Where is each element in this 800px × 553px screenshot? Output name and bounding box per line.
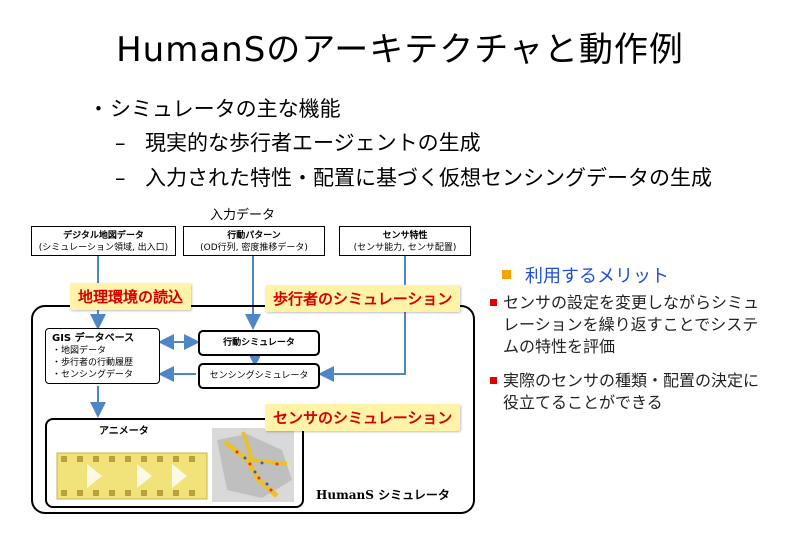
sensing-simulator: センシングシミュレータ <box>198 363 320 389</box>
red-square-icon <box>490 377 497 384</box>
animation-frames <box>56 428 294 502</box>
animator-panel: アニメータ <box>45 418 304 508</box>
red-square-icon <box>490 299 497 306</box>
behavior-simulator-label: 行動シミュレータ <box>223 338 295 348</box>
merit-item-2: 実際のセンサの種類・配置の決定に役立てることができる <box>490 370 770 414</box>
input-map-name: デジタル地図データ <box>63 231 144 241</box>
behavior-simulator: 行動シミュレータ <box>198 330 320 356</box>
gis-item-3: ・センシングデータ <box>52 370 134 380</box>
gis-title: GIS データベース <box>52 333 135 344</box>
input-behavior-detail: (OD行列, 密度推移データ) <box>200 243 308 253</box>
input-sensor-detail: (センサ能力, センサ配置) <box>353 243 457 253</box>
merit-item-1: センサの設定を変更しながらシミュレーションを繰り返すことでシステムの特性を評価 <box>490 292 770 358</box>
input-sensor-name: センサ特性 <box>382 231 428 241</box>
merits-heading-text: 利用するメリット <box>525 266 669 287</box>
input-data-label: 入力データ <box>210 208 276 223</box>
gis-item-1: ・地図データ <box>52 346 107 356</box>
input-map-detail: (シミュレーション領域, 出入口) <box>38 243 169 253</box>
merit-item-2-text: 実際のセンサの種類・配置の決定に役立てることができる <box>503 371 760 412</box>
sensing-simulator-label: センシングシミュレータ <box>209 371 309 381</box>
callout-sensor-sim: センサのシミュレーション <box>265 404 461 431</box>
simulator-name: HumanS シミュレータ <box>316 488 450 502</box>
gis-item-2: ・歩行者の行動履歴 <box>52 358 134 368</box>
merit-item-1-text: センサの設定を変更しながらシミュレーションを繰り返すことでシステムの特性を評価 <box>503 293 760 356</box>
gis-database: GIS データベース ・地図データ ・歩行者の行動履歴 ・センシングデータ <box>45 328 160 384</box>
merits-heading: 利用するメリット <box>502 262 669 288</box>
input-sensor-spec: センサ特性 (センサ能力, センサ配置) <box>339 226 471 256</box>
input-map-data: デジタル地図データ (シミュレーション領域, 出入口) <box>31 226 176 256</box>
callout-pedestrian-sim: 歩行者のシミュレーション <box>265 285 461 312</box>
input-behavior-pattern: 行動パターン (OD行列, 密度推移データ) <box>183 226 325 256</box>
input-behavior-name: 行動パターン <box>227 231 281 241</box>
orange-square-icon <box>502 270 511 279</box>
callout-geo-env: 地理環境の読込 <box>70 283 192 310</box>
